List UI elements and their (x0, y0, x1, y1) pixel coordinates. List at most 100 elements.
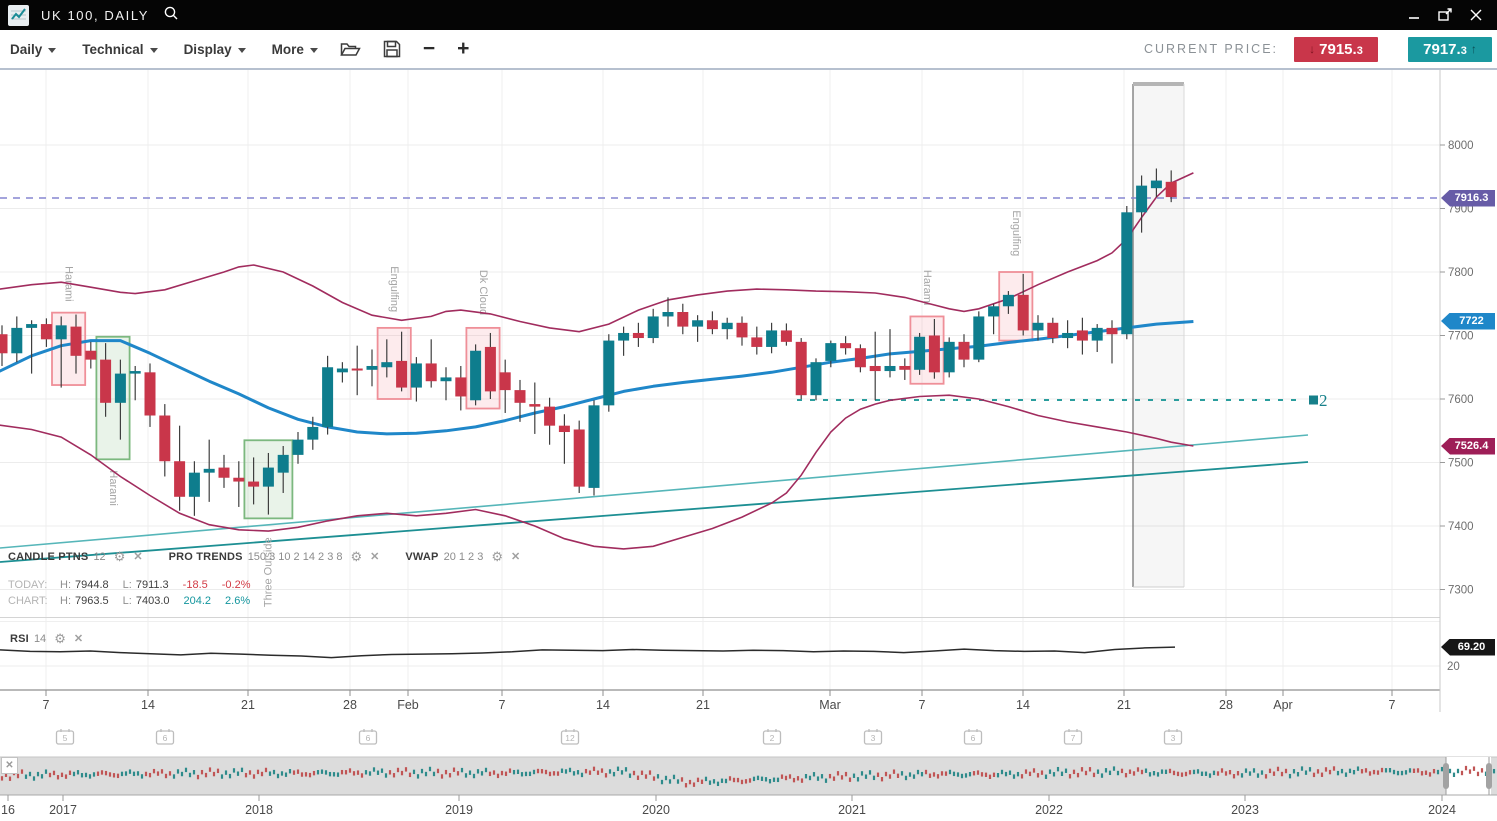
candle-body (41, 324, 52, 339)
current-price-label: CURRENT PRICE: (1144, 42, 1278, 56)
chevron-down-icon (150, 48, 158, 53)
candle-body (1033, 323, 1044, 331)
candle-body (189, 473, 200, 497)
candle-body (988, 306, 999, 316)
year-label: 2021 (838, 803, 866, 817)
candle-body (1166, 182, 1177, 197)
legend-params: 20 1 2 3 (444, 551, 484, 563)
x-axis-label: 14 (596, 698, 610, 712)
candle-body (204, 469, 215, 473)
candle-body (589, 405, 600, 488)
gear-icon[interactable]: ⚙ (114, 551, 126, 562)
candle-body (692, 320, 703, 326)
candle-body (515, 390, 526, 403)
calendar-icon-number: 5 (63, 733, 68, 743)
menu-more[interactable]: More (272, 42, 318, 57)
chevron-down-icon (48, 48, 56, 53)
popout-button[interactable] (1434, 4, 1456, 26)
x-axis-label: 14 (1016, 698, 1030, 712)
candle-body (855, 348, 866, 367)
gear-icon[interactable]: ⚙ (54, 633, 66, 644)
y-axis-label: 7600 (1448, 394, 1474, 406)
candle-body (959, 342, 970, 360)
candle-body (899, 366, 910, 370)
navigator-selection[interactable] (1446, 757, 1491, 795)
candle-body (1121, 212, 1132, 334)
candle-body (663, 312, 674, 316)
calendar-icon-number: 3 (871, 733, 876, 743)
search-icon[interactable] (163, 5, 179, 26)
calendar-icon[interactable]: 12 (562, 729, 579, 744)
zoom-in-button[interactable]: + (457, 39, 469, 59)
navigator-drag-handle[interactable] (1443, 763, 1449, 789)
legend-label: RSI (10, 633, 29, 645)
calendar-icon[interactable]: 6 (965, 729, 982, 744)
candle-body (574, 429, 585, 486)
calendar-icon[interactable]: 2 (764, 729, 781, 744)
navigator-drag-handle[interactable] (1486, 763, 1492, 789)
chart-change: 204.2 (184, 593, 212, 609)
legend-vwap: VWAP 20 1 2 3 ⚙ ✕ (405, 550, 520, 563)
candle-body (1047, 323, 1058, 338)
legend-label: VWAP (405, 551, 438, 563)
remove-indicator-icon[interactable]: ✕ (370, 550, 379, 563)
year-label: 2023 (1231, 803, 1259, 817)
year-label: 2018 (245, 803, 273, 817)
x-axis-label: Mar (819, 698, 841, 712)
chart-high: 7963.5 (75, 593, 109, 609)
menu-display[interactable]: Display (184, 42, 246, 57)
calendar-icon-number: 12 (565, 733, 575, 743)
calendar-icon[interactable]: 6 (360, 729, 377, 744)
today-low: 7911.3 (136, 577, 169, 593)
candle-body (485, 347, 496, 391)
candle-body (781, 330, 792, 341)
candle-body (426, 363, 437, 381)
remove-indicator-icon[interactable]: ✕ (511, 550, 520, 563)
stats-row-label: CHART: (8, 593, 60, 609)
pattern-label: Engulfing (1010, 210, 1022, 256)
sell-price-button[interactable]: ↓ 7915.3 (1294, 37, 1378, 62)
buy-price-button[interactable]: 7917.3 ↑ (1408, 37, 1492, 62)
candle-body (529, 404, 540, 407)
calendar-icon[interactable]: 3 (865, 729, 882, 744)
menu-daily[interactable]: Daily (10, 42, 56, 57)
pattern-label: Engulfing (388, 266, 400, 312)
candle-body (307, 427, 318, 440)
candle-body (633, 333, 644, 338)
menu-technical[interactable]: Technical (82, 42, 157, 57)
calendar-icon-number: 6 (971, 733, 976, 743)
calendar-icon[interactable]: 5 (57, 729, 74, 744)
calendar-icon[interactable]: 7 (1065, 729, 1082, 744)
candle-body (130, 371, 141, 374)
today-change-pct: -0.2% (222, 577, 251, 593)
candle-body (870, 366, 881, 371)
legend-params: 14 (34, 633, 46, 645)
calendar-icon[interactable]: 6 (157, 729, 174, 744)
candle-body (1077, 330, 1088, 340)
x-axis-label: 7 (919, 698, 926, 712)
x-axis-label: 21 (1117, 698, 1131, 712)
remove-indicator-icon[interactable]: ✕ (74, 632, 83, 645)
candle-body (174, 461, 185, 497)
candle-body (914, 337, 925, 370)
chart-stats-row: CHART: H: 7963.5 L: 7403.0 204.2 2.6% (8, 593, 265, 609)
candle-body (293, 440, 304, 455)
zoom-out-button[interactable]: − (423, 39, 435, 59)
remove-indicator-icon[interactable]: ✕ (133, 550, 142, 563)
gear-icon[interactable]: ⚙ (351, 551, 363, 562)
open-folder-icon[interactable] (340, 41, 361, 58)
candle-body (840, 343, 851, 348)
navigator-close-icon[interactable]: ✕ (1, 757, 18, 774)
candle-body (766, 330, 777, 347)
gear-icon[interactable]: ⚙ (491, 551, 503, 562)
minimize-button[interactable] (1403, 4, 1425, 26)
menu-display-label: Display (184, 42, 232, 57)
candle-body (56, 325, 67, 339)
calendar-icon[interactable]: 3 (1165, 729, 1182, 744)
candle-body (233, 478, 244, 482)
title-bar: UK 100, DAILY (0, 0, 1497, 30)
save-icon[interactable] (383, 40, 401, 58)
close-icon[interactable] (1465, 4, 1487, 26)
x-axis-label: 14 (141, 698, 155, 712)
x-axis-label: Apr (1273, 698, 1292, 712)
